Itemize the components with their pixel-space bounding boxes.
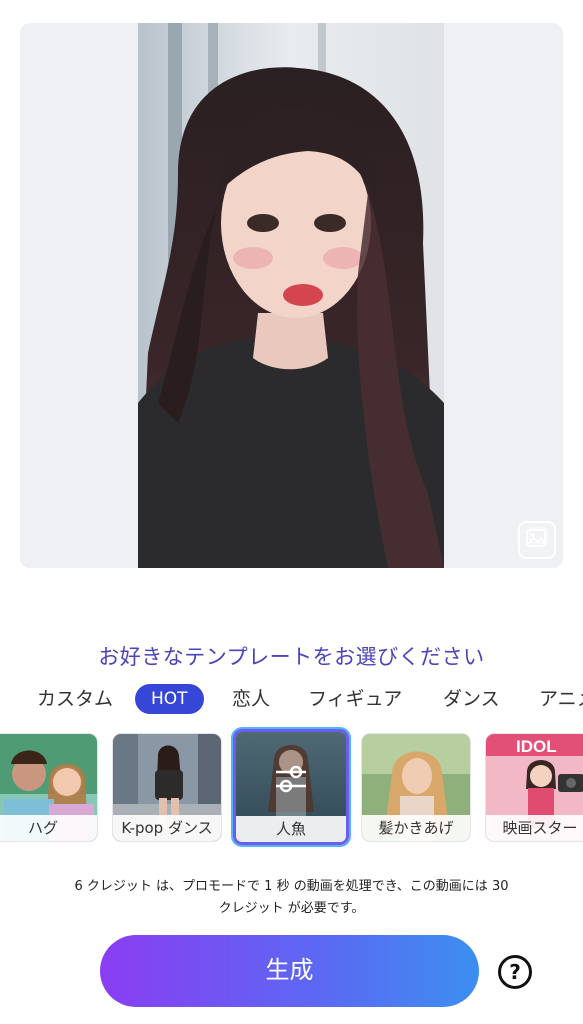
image-gallery-button[interactable] bbox=[518, 521, 556, 559]
credit-info-line-1: 6 クレジット は、プロモードで 1 秒 の動画を処理でき、この動画には 30 bbox=[74, 879, 509, 894]
template-card-hair-flip[interactable]: 髪かきあげ bbox=[361, 733, 471, 842]
tab-hot[interactable]: HOT bbox=[135, 684, 204, 714]
question-mark-icon: ? bbox=[509, 960, 521, 984]
category-tabs: カスタム HOT 恋人 フィギュア ダンス アニメ bbox=[0, 684, 583, 714]
template-label: ハグ bbox=[0, 815, 97, 841]
idol-sign-text: IDOL bbox=[516, 737, 557, 756]
preview-card bbox=[20, 23, 563, 568]
template-label: 人魚 bbox=[236, 816, 346, 842]
credit-info-line-2: クレジット が必要です。 bbox=[218, 901, 365, 916]
help-button[interactable]: ? bbox=[498, 955, 532, 989]
generate-button[interactable]: 生成 bbox=[100, 935, 479, 1007]
template-card-mermaid[interactable]: 人魚 bbox=[233, 729, 349, 845]
tab-custom[interactable]: カスタム bbox=[37, 684, 113, 714]
credit-info: 6 クレジット は、プロモードで 1 秒 の動画を処理でき、この動画には 30 … bbox=[30, 876, 553, 920]
template-label: 映画スター bbox=[486, 815, 583, 841]
template-card-movie-star[interactable]: IDOL 映画スター bbox=[485, 733, 583, 842]
image-gallery-icon bbox=[525, 526, 549, 554]
template-card-hug[interactable]: ハグ bbox=[0, 733, 98, 842]
template-label: K-pop ダンス bbox=[113, 815, 221, 841]
tab-dance[interactable]: ダンス bbox=[443, 684, 500, 714]
tab-figure[interactable]: フィギュア bbox=[308, 684, 402, 714]
template-label: 髪かきあげ bbox=[362, 815, 470, 841]
uploaded-photo[interactable] bbox=[138, 23, 444, 568]
template-prompt-heading: お好きなテンプレートをお選びください bbox=[98, 645, 485, 669]
tab-lovers[interactable]: 恋人 bbox=[232, 684, 270, 714]
tab-anime[interactable]: アニメ bbox=[539, 684, 583, 714]
template-card-kpop-dance[interactable]: K-pop ダンス bbox=[112, 733, 222, 842]
